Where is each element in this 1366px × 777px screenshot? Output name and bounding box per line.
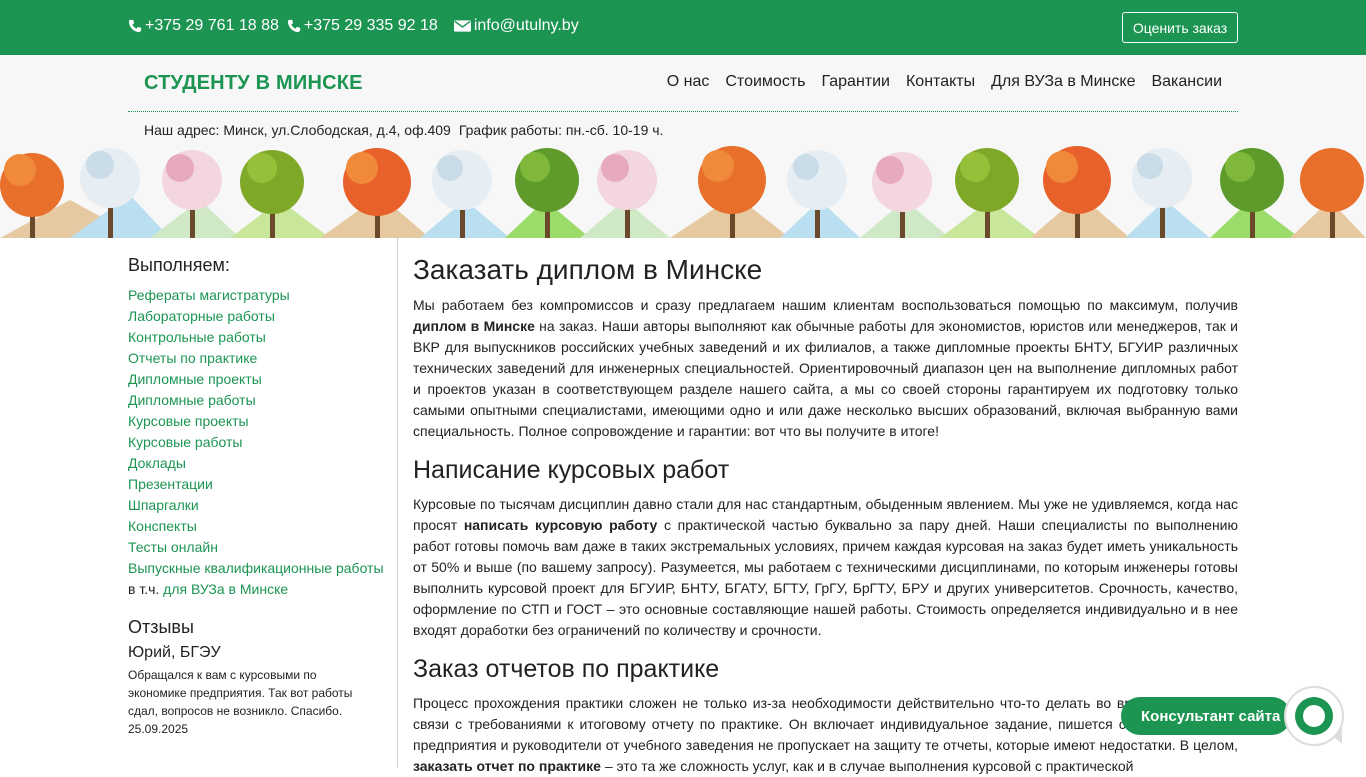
phone-2-text: +375 29 335 92 18 <box>303 17 438 34</box>
text-run: Мы работаем без компромиссов и сразу пре… <box>413 297 1238 313</box>
consultant-chat-button[interactable]: Консультант сайта <box>1121 697 1291 735</box>
tree-autumn <box>670 146 790 238</box>
tree-autumn <box>320 148 430 238</box>
tree-summer <box>1210 148 1300 238</box>
reviews-title: Отзывы <box>128 617 194 637</box>
chat-ring-icon <box>1295 697 1333 735</box>
service-link[interactable]: Отчеты по практике <box>128 350 257 366</box>
site-header: СТУДЕНТУ В МИНСКЕ О нас Стоимость Гарант… <box>0 55 1366 238</box>
nav-vacancies[interactable]: Вакансии <box>1151 73 1222 91</box>
service-link[interactable]: Рефераты магистратуры <box>128 287 290 303</box>
list-item: Дипломные проекты <box>128 369 397 390</box>
tree-spring <box>150 150 240 238</box>
envelope-icon <box>453 20 471 32</box>
tree-summer <box>230 150 330 238</box>
service-link[interactable]: Выпускные квалификационные работы <box>128 560 384 576</box>
seasonal-trees-banner <box>0 146 1366 238</box>
list-item: Доклады <box>128 453 397 474</box>
list-item: Курсовые работы <box>128 432 397 453</box>
service-link[interactable]: Доклады <box>128 455 186 471</box>
phone-icon <box>287 19 301 33</box>
for-university-link[interactable]: для ВУЗа в Минске <box>163 581 288 597</box>
tree-spring <box>580 150 670 238</box>
review-author: Юрий, БГЭУ <box>128 644 221 661</box>
phone-contact-2[interactable]: +375 29 335 92 18 <box>287 17 438 35</box>
hours-text: График работы: пн.-сб. 10-19 ч. <box>458 122 664 138</box>
bold-keyword: написать курсовую работу <box>463 517 658 533</box>
site-logo-text[interactable]: СТУДЕНТУ В МИНСКЕ <box>144 72 363 95</box>
phone-contact-1[interactable]: +375 29 761 18 88 <box>128 17 279 35</box>
services-list: Рефераты магистратуры Лабораторные работ… <box>128 285 397 579</box>
tree-summer <box>505 148 590 238</box>
page-title: Заказать диплом в Минске <box>413 254 763 285</box>
service-link[interactable]: Курсовые работы <box>128 434 242 450</box>
list-item: Контрольные работы <box>128 327 397 348</box>
list-item: Конспекты <box>128 516 397 537</box>
university-note: в т.ч. для ВУЗа в Минске <box>128 579 397 600</box>
list-item: Лабораторные работы <box>128 306 397 327</box>
service-link[interactable]: Дипломные проекты <box>128 371 262 387</box>
service-link[interactable]: Тесты онлайн <box>128 539 218 555</box>
list-item: Выпускные квалификационные работы <box>128 558 397 579</box>
address-text: Наш адрес: Минск, ул.Слободская, д.4, оф… <box>144 122 451 138</box>
services-title: Выполняем: <box>128 255 230 275</box>
contacts: +375 29 761 18 88 +375 29 335 92 18 info… <box>128 17 587 35</box>
service-link[interactable]: Шпаргалки <box>128 497 199 513</box>
tree-summer <box>940 148 1040 238</box>
bold-keyword: заказать отчет по практике <box>413 758 601 774</box>
list-item: Отчеты по практике <box>128 348 397 369</box>
incl-prefix: в т.ч. <box>128 581 160 597</box>
tree-winter <box>1125 148 1210 238</box>
nav-about[interactable]: О нас <box>667 73 710 91</box>
rate-order-button[interactable]: Оценить заказ <box>1122 12 1238 43</box>
address-line: Наш адрес: Минск, ул.Слободская, д.4, оф… <box>144 122 671 138</box>
bold-keyword: диплом в Минске <box>413 318 535 334</box>
nav-for-university[interactable]: Для ВУЗа в Минске <box>991 73 1135 91</box>
service-link[interactable]: Конспекты <box>128 518 197 534</box>
service-link[interactable]: Контрольные работы <box>128 329 266 345</box>
list-item: Дипломные работы <box>128 390 397 411</box>
list-item: Тесты онлайн <box>128 537 397 558</box>
list-item: Презентации <box>128 474 397 495</box>
main-nav: О нас Стоимость Гарантии Контакты Для ВУ… <box>651 73 1222 91</box>
tree-autumn <box>1290 148 1366 238</box>
intro-paragraph: Мы работаем без компромиссов и сразу пре… <box>413 295 1238 442</box>
tree-winter <box>780 150 860 238</box>
section-heading-coursework: Написание курсовых работ <box>413 456 730 484</box>
text-run: с практической частью буквально за пару … <box>413 517 1238 638</box>
tree-autumn <box>1030 146 1130 238</box>
phone-icon <box>128 19 142 33</box>
text-run: на заказ. Наши авторы выполняют как обыч… <box>413 318 1238 439</box>
left-sidebar: Выполняем: Рефераты магистратуры Лаборат… <box>128 238 398 768</box>
review-date: 25.09.2025 <box>128 722 189 736</box>
section-heading-practice: Заказ отчетов по практике <box>413 655 720 683</box>
service-link[interactable]: Презентации <box>128 476 213 492</box>
coursework-paragraph: Курсовые по тысячам дисциплин давно стал… <box>413 494 1238 641</box>
tree-winter <box>420 150 510 238</box>
main-content: Заказать диплом в Минске Мы работаем без… <box>413 238 1238 777</box>
list-item: Рефераты магистратуры <box>128 285 397 306</box>
chat-avatar-icon[interactable] <box>1284 686 1344 746</box>
service-link[interactable]: Лабораторные работы <box>128 308 275 324</box>
list-item: Шпаргалки <box>128 495 397 516</box>
nav-price[interactable]: Стоимость <box>725 73 805 91</box>
list-item: Курсовые проекты <box>128 411 397 432</box>
service-link[interactable]: Дипломные работы <box>128 392 256 408</box>
practice-paragraph: Процесс прохождения практики сложен не т… <box>413 693 1238 777</box>
top-contact-bar: +375 29 761 18 88 +375 29 335 92 18 info… <box>0 0 1366 55</box>
email-text: info@utulny.by <box>473 17 579 34</box>
text-run: – это та же сложность услуг, как и в слу… <box>600 758 1134 774</box>
email-contact[interactable]: info@utulny.by <box>453 17 579 35</box>
phone-1-text: +375 29 761 18 88 <box>145 17 279 34</box>
nav-contacts[interactable]: Контакты <box>906 73 975 91</box>
review-text: Обращался к вам с курсовыми по экономике… <box>128 668 353 718</box>
service-link[interactable]: Курсовые проекты <box>128 413 249 429</box>
nav-guarantees[interactable]: Гарантии <box>821 73 890 91</box>
header-divider <box>128 111 1238 112</box>
tree-spring <box>860 152 950 238</box>
text-run: Процесс прохождения практики сложен не т… <box>413 695 1238 753</box>
